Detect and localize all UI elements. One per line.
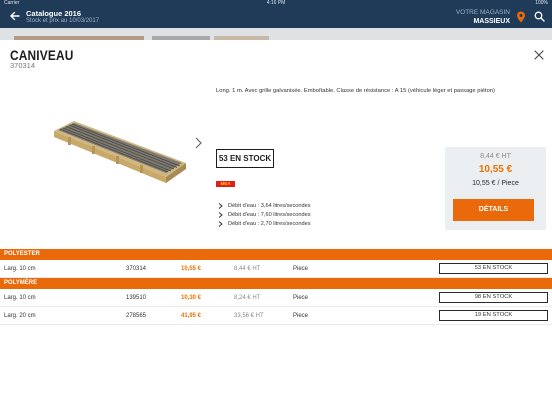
variant-reference: 370314 [126,266,147,272]
catalogue-title: Catalogue 2016 [26,9,82,18]
variant-unit: Piece [293,313,309,319]
table-row[interactable]: Larg. 10 cm 139510 10,30 € 8,24 € HT Pie… [0,289,552,307]
variant-reference: 278565 [126,313,147,319]
price-per-unit: 10,55 € / Piece [472,180,519,187]
flow-rate-list: Débit d'eau : 3,64 litres/secondes Débit… [218,201,311,228]
flow-rate-item[interactable]: Débit d'eau : 3,64 litres/secondes [218,201,311,210]
flow-rate-label: Débit d'eau : 2,70 litres/secondes [228,220,311,227]
flow-rate-label: Débit d'eau : 7,60 litres/secondes [228,211,311,218]
variant-price-ht: 8,24 € HT [234,295,261,301]
product-reference: 370314 [10,61,36,70]
variant-dimension: Larg. 20 cm [4,313,36,319]
variant-stock-badge: 19 EN STOCK [439,310,548,321]
app-header: Catalogue 2016 Stock et prix au 10/03/20… [0,6,552,28]
back-arrow-icon[interactable] [9,10,21,22]
chevron-right-icon [218,202,223,209]
variant-price-ttc: 10,55 € [181,266,202,272]
variant-dimension: Larg. 10 cm [4,266,36,272]
variant-price-ttc: 10,30 € [181,295,202,301]
stock-date: Stock et prix au 10/03/2017 [26,18,100,24]
variant-unit: Piece [293,295,309,301]
variant-stock-badge: 53 EN STOCK [439,263,548,274]
variant-price-ht: 8,44 € HT [234,266,261,272]
flow-rate-label: Débit d'eau : 3,64 litres/secondes [228,202,311,209]
product-description: Long. 1 m. Avec grille galvanisée. Emboî… [216,88,495,94]
variant-price-ttc: 41,95 € [181,313,202,319]
details-button[interactable]: DÉTAILS [453,199,534,221]
price-ht: 8,44 € HT [480,153,511,160]
store-label: VOTRE MAGASIN [455,9,510,16]
stock-badge: 53 EN STOCK [216,149,274,168]
product-modal: CANIVEAU 370314 Long. 1 m. Avec grille g… [0,40,552,414]
variant-stock-badge: 98 EN STOCK [439,292,548,303]
background-catalogue [0,28,552,40]
store-name[interactable]: MASSIEUX [473,18,510,25]
product-image [54,121,186,183]
table-row[interactable]: Larg. 20 cm 278565 41,95 € 33,56 € HT Pi… [0,307,552,325]
flow-rate-item[interactable]: Débit d'eau : 7,60 litres/secondes [218,210,311,219]
flow-rate-item[interactable]: Débit d'eau : 2,70 litres/secondes [218,219,311,228]
close-icon[interactable] [534,50,544,60]
location-pin-icon[interactable] [516,11,526,23]
chevron-right-icon [218,220,223,227]
variant-dimension: Larg. 10 cm [4,295,36,301]
variant-reference: 139510 [126,295,147,301]
variant-price-ht: 33,56 € HT [234,313,264,319]
chevron-right-icon[interactable] [193,136,203,150]
promo-badge: MEA [216,181,235,187]
search-icon[interactable] [534,11,545,22]
price-box: 8,44 € HT 10,55 € 10,55 € / Piece DÉTAIL… [445,147,546,230]
table-row[interactable]: Larg. 10 cm 370314 10,55 € 8,44 € HT Pie… [0,260,552,278]
chevron-right-icon [218,211,223,218]
section-header-polymere: POLYMÈRE [0,278,552,289]
price-ttc: 10,55 € [478,164,513,175]
section-header-polyester: POLYESTER [0,249,552,260]
variant-unit: Piece [293,266,309,272]
